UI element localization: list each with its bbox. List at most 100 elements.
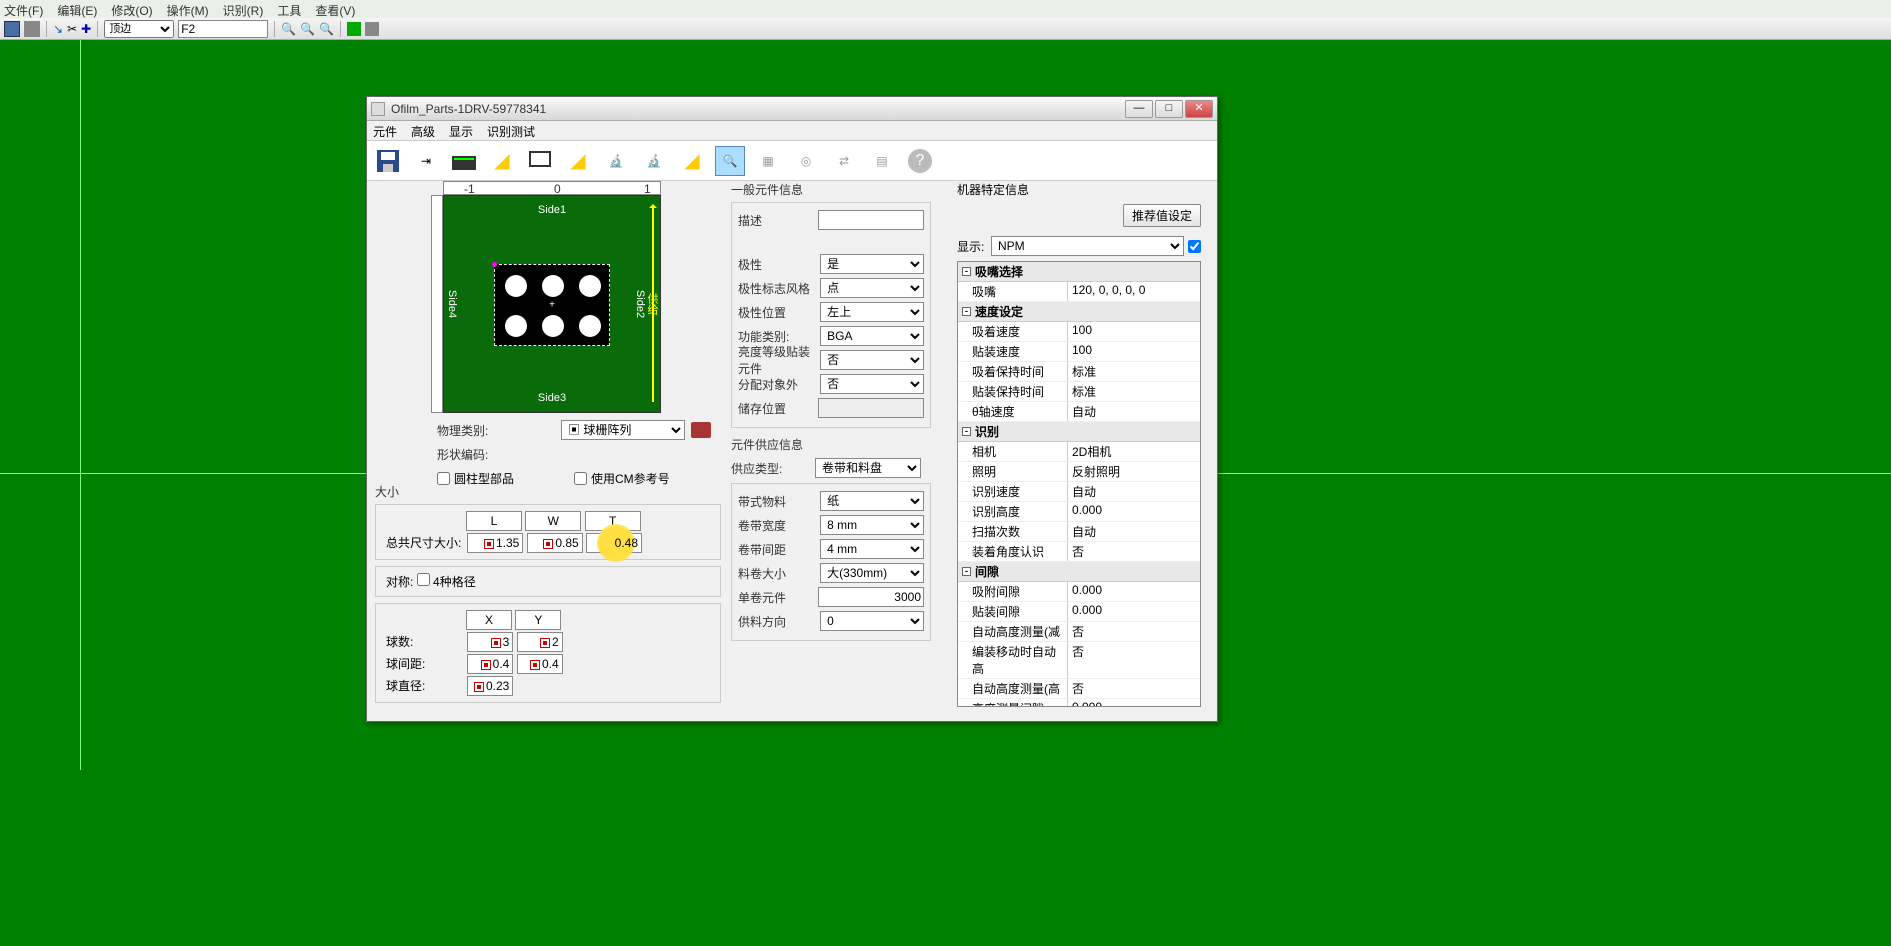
- notes-icon[interactable]: ▤: [867, 146, 897, 176]
- collapse-icon[interactable]: -: [962, 427, 971, 436]
- perreel-input[interactable]: [818, 587, 924, 607]
- menu-view[interactable]: 查看(V): [315, 2, 355, 16]
- dlg-menu-component[interactable]: 元件: [373, 123, 397, 138]
- dlg-menu-advanced[interactable]: 高级: [411, 123, 435, 138]
- propgrid-row[interactable]: 贴装速度100: [958, 342, 1200, 362]
- prop-value[interactable]: 120, 0, 0, 0, 0: [1068, 282, 1200, 301]
- pitch-x-input[interactable]: 0.4: [467, 654, 513, 674]
- align-icon[interactable]: ⇥: [411, 146, 441, 176]
- store-input[interactable]: [818, 398, 924, 418]
- prop-value[interactable]: 否: [1068, 679, 1200, 698]
- propgrid-row[interactable]: 贴装间隙0.000: [958, 602, 1200, 622]
- bright-select[interactable]: 否: [820, 350, 924, 370]
- crosshair-icon[interactable]: ✚: [81, 22, 91, 36]
- property-grid[interactable]: -吸嘴选择吸嘴120, 0, 0, 0, 0-速度设定吸着速度100贴装速度10…: [957, 261, 1201, 707]
- propgrid-row[interactable]: 吸嘴120, 0, 0, 0, 0: [958, 282, 1200, 302]
- propgrid-row[interactable]: 照明反射照明: [958, 462, 1200, 482]
- polpos-select[interactable]: 左上: [820, 302, 924, 322]
- balls-x-input[interactable]: 3: [467, 632, 513, 652]
- propgrid-row[interactable]: 编装移动时自动高否: [958, 642, 1200, 679]
- feeddir-select[interactable]: 0: [820, 611, 924, 631]
- propgrid-row[interactable]: 扫描次数自动: [958, 522, 1200, 542]
- prop-value[interactable]: 0.000: [1068, 699, 1200, 707]
- arrow-icon[interactable]: ↘: [53, 22, 63, 36]
- propgrid-group-header[interactable]: -速度设定: [958, 302, 1200, 322]
- balls-y-input[interactable]: 2: [517, 632, 563, 652]
- supplytype-select[interactable]: 卷带和料盘: [815, 458, 921, 478]
- tapewidth-select[interactable]: 8 mm: [820, 515, 924, 535]
- func-select[interactable]: BGA: [820, 326, 924, 346]
- propgrid-group-header[interactable]: -识别: [958, 422, 1200, 442]
- target-icon[interactable]: ◎: [791, 146, 821, 176]
- W-input[interactable]: 0.85: [527, 533, 583, 553]
- save-icon[interactable]: [4, 21, 20, 37]
- prop-value[interactable]: 自动: [1068, 402, 1200, 421]
- polarity-select[interactable]: 是: [820, 254, 924, 274]
- propgrid-row[interactable]: 吸着保持时间标准: [958, 362, 1200, 382]
- scanner-icon[interactable]: [449, 146, 479, 176]
- pitch-y-input[interactable]: 0.4: [517, 654, 563, 674]
- minimize-button[interactable]: —: [1125, 100, 1153, 118]
- propgrid-row[interactable]: 贴装保持时间标准: [958, 382, 1200, 402]
- titlebar[interactable]: Ofilm_Parts-1DRV-59778341 — □ ✕: [367, 97, 1217, 121]
- propgrid-row[interactable]: 高度测量间隙0.000: [958, 699, 1200, 707]
- propgrid-row[interactable]: 识别高度0.000: [958, 502, 1200, 522]
- swap-icon[interactable]: ⇄: [829, 146, 859, 176]
- propgrid-group-header[interactable]: -间隙: [958, 562, 1200, 582]
- propgrid-row[interactable]: 装着角度认识否: [958, 542, 1200, 562]
- help-icon[interactable]: ?: [905, 146, 935, 176]
- toolbar-field[interactable]: [178, 20, 268, 38]
- menu-recognize[interactable]: 识别(R): [223, 2, 264, 16]
- prop-value[interactable]: 0.000: [1068, 582, 1200, 601]
- diameter-input[interactable]: 0.23: [467, 676, 513, 696]
- prop-value[interactable]: 标准: [1068, 382, 1200, 401]
- dlg-menu-rectest[interactable]: 识别测试: [487, 123, 535, 138]
- maximize-button[interactable]: □: [1155, 100, 1183, 118]
- propgrid-row[interactable]: 相机2D相机: [958, 442, 1200, 462]
- polstyle-select[interactable]: 点: [820, 278, 924, 298]
- propgrid-row[interactable]: θ轴速度自动: [958, 402, 1200, 422]
- close-button[interactable]: ✕: [1185, 100, 1213, 118]
- align-select[interactable]: 顶边: [104, 20, 174, 38]
- tapepitch-select[interactable]: 4 mm: [820, 539, 924, 559]
- prop-value[interactable]: 0.000: [1068, 602, 1200, 621]
- menu-operate[interactable]: 操作(M): [167, 2, 209, 16]
- prop-value[interactable]: 0.000: [1068, 502, 1200, 521]
- prop-value[interactable]: 2D相机: [1068, 442, 1200, 461]
- menu-edit[interactable]: 编辑(E): [57, 2, 97, 16]
- desc-input[interactable]: [818, 210, 924, 230]
- zoom-out-icon[interactable]: 🔍: [281, 22, 296, 36]
- zoom-fit-icon[interactable]: 🔍: [319, 22, 334, 36]
- lamp-icon[interactable]: ◢: [487, 146, 517, 176]
- propgrid-row[interactable]: 自动高度测量(高否: [958, 679, 1200, 699]
- prop-value[interactable]: 100: [1068, 322, 1200, 341]
- propgrid-group-header[interactable]: -吸嘴选择: [958, 262, 1200, 282]
- print-icon[interactable]: [24, 21, 40, 37]
- prop-value[interactable]: 自动: [1068, 482, 1200, 501]
- menu-file[interactable]: 文件(F): [4, 2, 43, 16]
- machine-show-checkbox[interactable]: [1188, 240, 1201, 253]
- propgrid-row[interactable]: 吸着速度100: [958, 322, 1200, 342]
- green-box-icon[interactable]: [347, 22, 361, 36]
- prop-value[interactable]: 否: [1068, 542, 1200, 561]
- scissors-icon[interactable]: ✂: [67, 22, 77, 36]
- dlg-menu-display[interactable]: 显示: [449, 123, 473, 138]
- prop-value[interactable]: 自动: [1068, 522, 1200, 541]
- search-icon[interactable]: 🔍: [715, 146, 745, 176]
- align4-checkbox[interactable]: [417, 573, 430, 586]
- propgrid-row[interactable]: 吸附间隙0.000: [958, 582, 1200, 602]
- inspect2-icon[interactable]: 🔬: [639, 146, 669, 176]
- grid-icon[interactable]: [365, 22, 379, 36]
- lamp3-icon[interactable]: ◢: [677, 146, 707, 176]
- L-input[interactable]: 1.35: [467, 533, 523, 553]
- reel-select[interactable]: 大(330mm): [820, 563, 924, 583]
- monitor-icon[interactable]: [525, 146, 555, 176]
- propgrid-row[interactable]: 识别速度自动: [958, 482, 1200, 502]
- propgrid-row[interactable]: 自动高度测量(减否: [958, 622, 1200, 642]
- alloc-select[interactable]: 否: [820, 374, 924, 394]
- collapse-icon[interactable]: -: [962, 567, 971, 576]
- menu-modify[interactable]: 修改(O): [111, 2, 152, 16]
- prop-value[interactable]: 100: [1068, 342, 1200, 361]
- prop-value[interactable]: 否: [1068, 622, 1200, 641]
- save-icon[interactable]: [373, 146, 403, 176]
